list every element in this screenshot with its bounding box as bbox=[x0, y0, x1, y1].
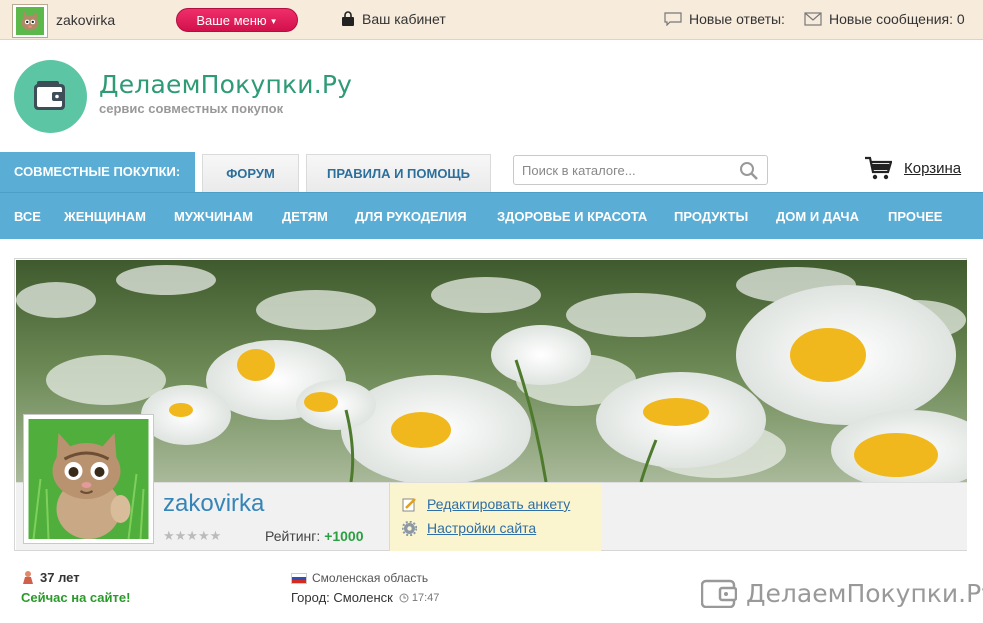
site-settings-label: Настройки сайта bbox=[427, 520, 537, 536]
russia-flag-icon bbox=[291, 572, 307, 584]
kitten-avatar-icon bbox=[16, 7, 44, 35]
your-menu-label: Ваше меню bbox=[196, 13, 267, 28]
category-all[interactable]: ВСЕ bbox=[14, 209, 41, 224]
speech-bubble-icon bbox=[664, 12, 682, 26]
top-bar: zakovirka Ваше меню ▼ Ваш кабинет Новые о… bbox=[0, 0, 983, 40]
category-food[interactable]: ПРОДУКТЫ bbox=[674, 209, 748, 224]
footer-logo[interactable]: ДелаемПокупки.Ру bbox=[701, 578, 983, 608]
cabinet-link[interactable]: Ваш кабинет bbox=[340, 11, 446, 27]
gear-icon bbox=[402, 520, 417, 536]
user-avatar-small[interactable] bbox=[12, 4, 48, 38]
shopping-cart-icon bbox=[865, 156, 892, 180]
profile-actions-panel: Редактировать анкету Настройки сайта bbox=[389, 483, 601, 551]
main-nav: СОВМЕСТНЫЕ ПОКУПКИ: ФОРУМ ПРАВИЛА И ПОМО… bbox=[0, 152, 983, 192]
topbar-username[interactable]: zakovirka bbox=[56, 12, 115, 28]
user-region: Смоленская область bbox=[291, 571, 428, 585]
catalog-search bbox=[513, 155, 768, 185]
new-messages-link[interactable]: Новые сообщения: 0 bbox=[804, 11, 965, 27]
tab-rules-help[interactable]: ПРАВИЛА И ПОМОЩЬ bbox=[306, 154, 491, 192]
shopping-bag-icon bbox=[342, 11, 354, 26]
new-answers-link[interactable]: Новые ответы: bbox=[664, 11, 785, 27]
category-nav: ВСЕ ЖЕНЩИНАМ МУЖЧИНАМ ДЕТЯМ ДЛЯ РУКОДЕЛИ… bbox=[0, 192, 983, 239]
person-icon bbox=[23, 571, 33, 584]
cart-link[interactable]: Корзина bbox=[864, 155, 961, 181]
rating-label: Рейтинг: bbox=[265, 528, 321, 544]
site-title[interactable]: ДелаемПокупки.Ру bbox=[99, 70, 352, 99]
user-age: 37 лет bbox=[21, 570, 80, 585]
search-icon[interactable] bbox=[739, 161, 759, 181]
search-input[interactable] bbox=[514, 156, 724, 184]
rating-value: +1000 bbox=[324, 528, 364, 544]
profile-username[interactable]: zakovirka bbox=[163, 490, 264, 518]
city-label: Город: Смоленск bbox=[291, 590, 393, 605]
pencil-icon bbox=[402, 497, 416, 511]
rating: Рейтинг: +1000 bbox=[265, 528, 364, 544]
clock-icon bbox=[399, 593, 409, 602]
profile-card: zakovirka ★★★★★ Рейтинг: +1000 Редактиро… bbox=[14, 258, 967, 551]
daisy-field-image bbox=[16, 260, 967, 482]
category-children[interactable]: ДЕТЯМ bbox=[282, 209, 328, 224]
wallet-icon bbox=[701, 579, 737, 608]
new-answers-label: Новые ответы: bbox=[689, 11, 785, 27]
region-label: Смоленская область bbox=[312, 571, 429, 585]
new-messages-label: Новые сообщения: 0 bbox=[829, 11, 965, 27]
category-men[interactable]: МУЖЧИНАМ bbox=[174, 209, 253, 224]
tab-forum[interactable]: ФОРУМ bbox=[202, 154, 299, 192]
category-home-garden[interactable]: ДОМ И ДАЧА bbox=[776, 209, 859, 224]
cabinet-label: Ваш кабинет bbox=[362, 11, 446, 27]
rating-stars: ★★★★★ bbox=[163, 528, 222, 543]
envelope-icon bbox=[804, 12, 822, 26]
your-menu-button[interactable]: Ваше меню ▼ bbox=[176, 8, 298, 32]
category-handicraft[interactable]: ДЛЯ РУКОДЕЛИЯ bbox=[355, 209, 467, 224]
user-city: Город: Смоленск 17:47 bbox=[291, 590, 439, 605]
user-avatar-large[interactable] bbox=[23, 414, 154, 544]
site-logo[interactable] bbox=[14, 60, 87, 133]
cart-label: Корзина bbox=[904, 159, 962, 177]
category-women[interactable]: ЖЕНЩИНАМ bbox=[64, 209, 146, 224]
site-subtitle: сервис совместных покупок bbox=[99, 101, 284, 116]
wallet-icon bbox=[34, 81, 65, 110]
footer-logo-text: ДелаемПокупки.Ру bbox=[746, 578, 983, 608]
caret-down-icon: ▼ bbox=[269, 17, 278, 26]
edit-profile-label: Редактировать анкету bbox=[427, 496, 571, 512]
category-other[interactable]: ПРОЧЕЕ bbox=[888, 209, 942, 224]
edit-profile-link[interactable]: Редактировать анкету bbox=[402, 496, 570, 512]
online-status: Сейчас на сайте! bbox=[21, 590, 131, 605]
tab-joint-purchases[interactable]: СОВМЕСТНЫЕ ПОКУПКИ: bbox=[0, 152, 195, 192]
local-time-value: 17:47 bbox=[411, 591, 440, 604]
profile-cover-image bbox=[16, 260, 967, 482]
local-time: 17:47 bbox=[399, 591, 440, 604]
age-label: 37 лет bbox=[40, 570, 80, 585]
site-settings-link[interactable]: Настройки сайта bbox=[402, 520, 536, 536]
kitten-photo-icon bbox=[28, 419, 149, 539]
category-health-beauty[interactable]: ЗДОРОВЬЕ И КРАСОТА bbox=[497, 209, 647, 224]
